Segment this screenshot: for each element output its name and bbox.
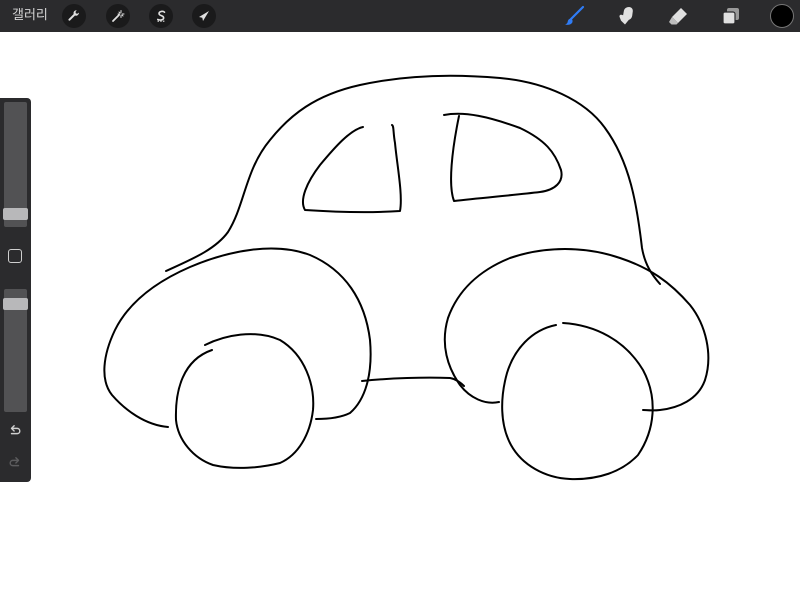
smudge-tool[interactable] <box>613 4 639 28</box>
arrow-cursor-icon <box>199 11 209 21</box>
transform-button[interactable] <box>192 4 216 28</box>
smudge-finger-icon <box>619 7 633 25</box>
front-window-stroke <box>301 124 402 214</box>
rear-wheel-stroke <box>174 333 315 469</box>
front-wheel-stroke <box>501 322 654 481</box>
eraser-icon <box>669 8 687 25</box>
selection-s-icon <box>157 10 166 22</box>
drawing-canvas[interactable] <box>0 32 800 600</box>
layers-icon <box>722 8 739 25</box>
car-roof-stroke <box>165 74 661 285</box>
wrench-icon <box>68 10 80 21</box>
gallery-button[interactable]: 갤러리 <box>12 7 48 25</box>
actions-button[interactable] <box>62 4 86 28</box>
rear-fender-stroke <box>103 247 372 428</box>
top-toolbar: 갤러리 <box>0 0 800 32</box>
front-fender-stroke <box>443 248 710 412</box>
brush-tool[interactable] <box>561 4 587 28</box>
brush-icon <box>565 5 585 25</box>
adjustments-button[interactable] <box>106 4 130 28</box>
layers-tool[interactable] <box>718 4 744 28</box>
car-sketch <box>103 74 710 481</box>
selection-button[interactable] <box>149 4 173 28</box>
eraser-tool[interactable] <box>665 4 691 28</box>
magic-wand-icon <box>112 10 125 22</box>
color-picker-button[interactable] <box>770 4 794 28</box>
underbody-stroke <box>361 376 465 387</box>
rear-window-stroke <box>443 112 563 202</box>
